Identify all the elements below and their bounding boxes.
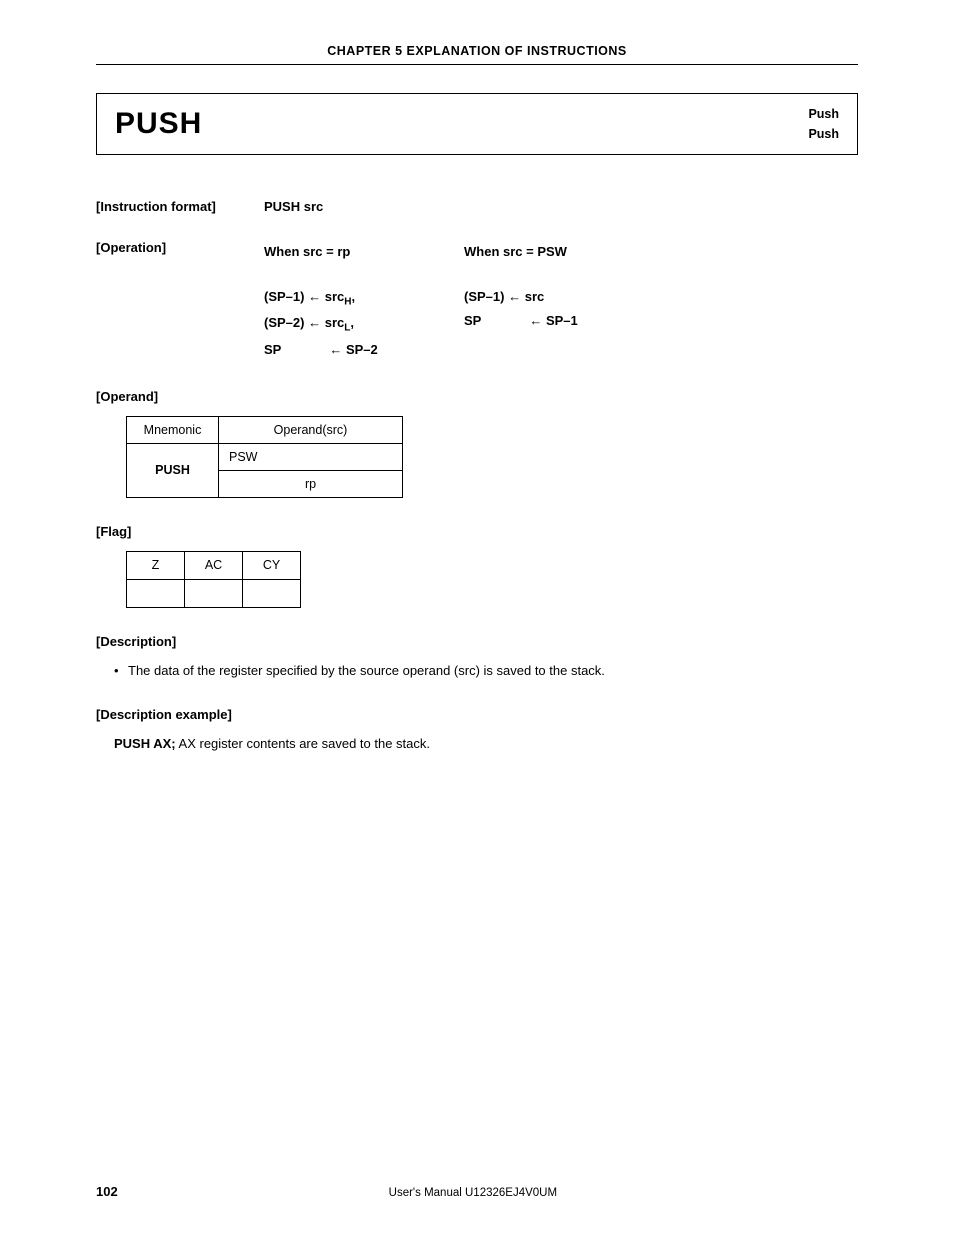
description-example-section: [Description example] PUSH AX; AX regist…	[96, 707, 858, 755]
footer-text: User's Manual U12326EJ4V0UM	[389, 1187, 557, 1199]
operation-label: [Operation]	[96, 240, 264, 265]
operation-section: [Operation] When src = rp When src = PSW…	[96, 240, 858, 363]
description-text: The data of the register specified by th…	[128, 661, 605, 682]
instruction-name-2: Push	[808, 124, 839, 144]
instruction-format-value: PUSH src	[264, 199, 323, 214]
operand-header-operand: Operand(src)	[219, 416, 403, 443]
operand-mnemonic-cell: PUSH	[127, 443, 219, 497]
flag-header-ac: AC	[185, 551, 243, 579]
description-example-label: [Description example]	[96, 707, 858, 722]
operation-col-psw-heading: When src = PSW	[464, 240, 664, 265]
flag-label: [Flag]	[96, 524, 858, 539]
operand-row-0: PSW	[219, 443, 403, 470]
operand-row-1: rp	[219, 470, 403, 497]
page-footer: 102 User's Manual U12326EJ4V0UM	[96, 1184, 858, 1199]
operation-col-psw: (SP–1) ← src SP← SP–1	[464, 285, 664, 363]
operation-col-rp: (SP–1) ← srcH, (SP–2) ← srcL, SP← SP–2	[264, 285, 464, 363]
operation-col-rp-heading: When src = rp	[264, 240, 464, 265]
instruction-format-label: [Instruction format]	[96, 199, 264, 214]
flag-value-z	[127, 579, 185, 607]
page-number: 102	[96, 1184, 118, 1199]
operand-section: [Operand] Mnemonic Operand(src) PUSH PSW…	[96, 389, 858, 498]
flag-header-z: Z	[127, 551, 185, 579]
flag-table: Z AC CY	[126, 551, 301, 608]
chapter-header: CHAPTER 5 EXPLANATION OF INSTRUCTIONS	[96, 44, 858, 65]
example-text: AX register contents are saved to the st…	[176, 736, 430, 751]
description-label: [Description]	[96, 634, 858, 649]
instruction-name-1: Push	[808, 104, 839, 124]
instruction-mnemonic: PUSH	[115, 107, 202, 141]
bullet-icon: •	[114, 661, 128, 682]
instruction-name-block: Push Push	[808, 104, 839, 144]
flag-header-cy: CY	[243, 551, 301, 579]
flag-value-ac	[185, 579, 243, 607]
example-bold: PUSH AX;	[114, 736, 176, 751]
instruction-title-box: PUSH Push Push	[96, 93, 858, 155]
operand-header-mnemonic: Mnemonic	[127, 416, 219, 443]
flag-value-cy	[243, 579, 301, 607]
operand-table: Mnemonic Operand(src) PUSH PSW rp	[126, 416, 403, 498]
flag-section: [Flag] Z AC CY	[96, 524, 858, 608]
instruction-format-section: [Instruction format] PUSH src	[96, 199, 858, 214]
description-section: [Description] • The data of the register…	[96, 634, 858, 682]
operand-label: [Operand]	[96, 389, 858, 404]
